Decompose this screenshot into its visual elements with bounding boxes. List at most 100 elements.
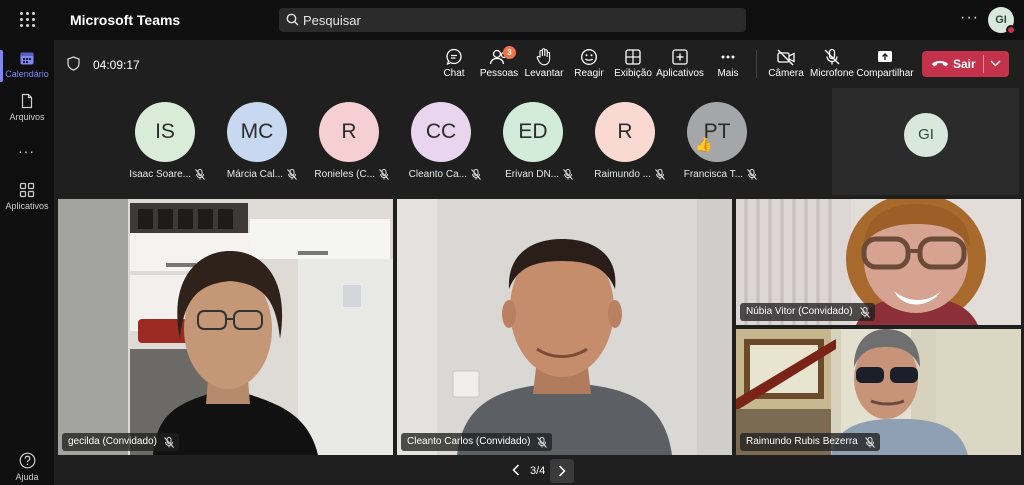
mic-muted-icon: [195, 169, 205, 180]
mic-muted-icon: [287, 169, 297, 180]
participant-name: Isaac Soare...: [129, 169, 191, 180]
video-feed: [58, 199, 393, 455]
apps-icon: [19, 182, 35, 198]
react-label: Reagir: [574, 68, 604, 79]
participant-avatar: CC: [411, 102, 471, 162]
chat-label: Chat: [443, 68, 465, 79]
more-button[interactable]: Mais: [700, 48, 756, 79]
mic-muted-icon: [747, 169, 757, 180]
camera-label: Câmera: [768, 68, 804, 79]
video-tile[interactable]: Núbia Vitor (Convidado): [736, 199, 1021, 325]
video-participant-name: gecilda (Convidado): [68, 436, 157, 447]
controls-divider: [756, 50, 757, 78]
video-tile-label: gecilda (Convidado): [62, 433, 179, 451]
mic-muted-icon: [379, 169, 389, 180]
title-bar: Microsoft Teams Pesquisar ··· GI: [0, 0, 1024, 40]
mic-muted-icon: [471, 169, 481, 180]
raise-hand-label: Levantar: [524, 68, 564, 79]
user-initials: GI: [995, 14, 1007, 26]
self-preview-tile[interactable]: GI: [832, 88, 1019, 195]
view-label: Exibição: [614, 68, 652, 79]
participant-strip: IS Isaac Soare... MC Márcia Cal... R Ron…: [54, 88, 1024, 198]
participant-name: Márcia Cal...: [226, 169, 283, 180]
video-participant-name: Cleanto Carlos (Convidado): [407, 436, 531, 447]
mic-muted-icon: [859, 307, 870, 318]
microphone-off-icon: [824, 48, 840, 65]
user-avatar[interactable]: GI: [988, 7, 1016, 35]
mic-muted-icon: [655, 169, 665, 180]
leave-button[interactable]: Sair: [922, 51, 1009, 77]
video-feed: [397, 199, 732, 455]
microphone-button[interactable]: Microfone: [804, 48, 860, 79]
rail-label-apps: Aplicativos: [5, 201, 49, 211]
rail-item-files[interactable]: Arquivos: [0, 93, 54, 122]
share-button[interactable]: Compartilhar: [854, 48, 916, 79]
app-title: Microsoft Teams: [70, 12, 181, 28]
video-tile[interactable]: Raimundo Rubis Bezerra: [736, 329, 1021, 455]
share-screen-icon: [878, 51, 892, 62]
leave-split-divider: [983, 55, 984, 73]
more-options-icon[interactable]: ···: [960, 9, 979, 27]
video-tile-label: Cleanto Carlos (Convidado): [401, 433, 553, 451]
mic-muted-icon: [164, 437, 174, 448]
rail-label-calendar: Calendário: [5, 69, 49, 79]
participant-name: Erivan DN...: [505, 169, 559, 180]
leave-label: Sair: [953, 57, 976, 71]
video-tile-label: Núbia Vitor (Convidado): [740, 303, 875, 321]
rail-item-calendar[interactable]: Calendário: [0, 50, 54, 82]
participant-avatar: R: [595, 102, 655, 162]
people-label: Pessoas: [479, 68, 519, 79]
apps-label: Aplicativos: [656, 68, 704, 79]
rail-item-help[interactable]: Ajuda: [0, 452, 54, 482]
smiley-icon: [581, 49, 597, 65]
search-icon: [286, 13, 299, 26]
chevron-right-icon: [558, 465, 566, 477]
participant-name: Cleanto Ca...: [408, 169, 467, 180]
participant-avatar: MC: [227, 102, 287, 162]
participant-avatar: R: [319, 102, 379, 162]
chevron-left-icon[interactable]: [512, 464, 520, 476]
gallery-pager: 3/4: [506, 459, 574, 483]
participant-name: Ronieles (C...: [314, 169, 375, 180]
add-app-icon: [672, 49, 688, 65]
raise-hand-icon: [536, 48, 551, 66]
video-tile[interactable]: gecilda (Convidado): [58, 199, 393, 455]
more-label: Mais: [717, 68, 739, 79]
camera-off-icon: [777, 49, 795, 66]
video-tile-label: Raimundo Rubis Bezerra: [740, 433, 880, 451]
participant-avatar: ED: [503, 102, 563, 162]
participant-avatar: IS: [135, 102, 195, 162]
search-placeholder: Pesquisar: [303, 13, 361, 28]
video-tile[interactable]: Cleanto Carlos (Convidado): [397, 199, 732, 455]
search-input[interactable]: Pesquisar: [279, 8, 746, 32]
microphone-label: Microfone: [810, 68, 854, 79]
rail-item-apps[interactable]: Aplicativos: [0, 182, 54, 211]
file-icon: [21, 93, 33, 109]
video-participant-name: Núbia Vitor (Convidado): [746, 306, 853, 317]
chat-icon: [446, 48, 462, 66]
share-label: Compartilhar: [856, 68, 914, 79]
mic-muted-icon: [563, 169, 573, 180]
self-avatar: GI: [904, 113, 948, 157]
rail-label-help: Ajuda: [15, 472, 39, 482]
meeting-timer: 04:09:17: [93, 58, 140, 72]
help-icon: [19, 452, 35, 469]
ellipsis-icon: [721, 55, 735, 59]
chevron-down-icon[interactable]: [990, 60, 1001, 67]
thumbs-up-reaction-icon: 👍: [695, 136, 713, 152]
layout-icon: [625, 49, 641, 65]
app-launcher-icon[interactable]: [20, 12, 36, 28]
hang-up-icon: [932, 61, 948, 67]
page-indicator: 3/4: [530, 465, 546, 477]
participant-name: Raimundo ...: [594, 169, 651, 180]
video-participant-name: Raimundo Rubis Bezerra: [746, 436, 858, 447]
mic-muted-icon: [864, 437, 875, 448]
participant-name: Francisca T...: [683, 169, 743, 180]
left-rail: Calendário Arquivos ··· Aplicativos Ajud…: [0, 40, 54, 485]
next-page-button[interactable]: [550, 459, 574, 483]
participant-avatar: PT: [687, 102, 747, 162]
people-count-badge: 3: [503, 46, 516, 59]
meeting-controls-bar: 04:09:17 Chat Pessoas 3 Levantar Reagir …: [54, 40, 1024, 88]
status-busy-icon: [1006, 25, 1016, 35]
rail-more-icon[interactable]: ···: [18, 143, 35, 159]
